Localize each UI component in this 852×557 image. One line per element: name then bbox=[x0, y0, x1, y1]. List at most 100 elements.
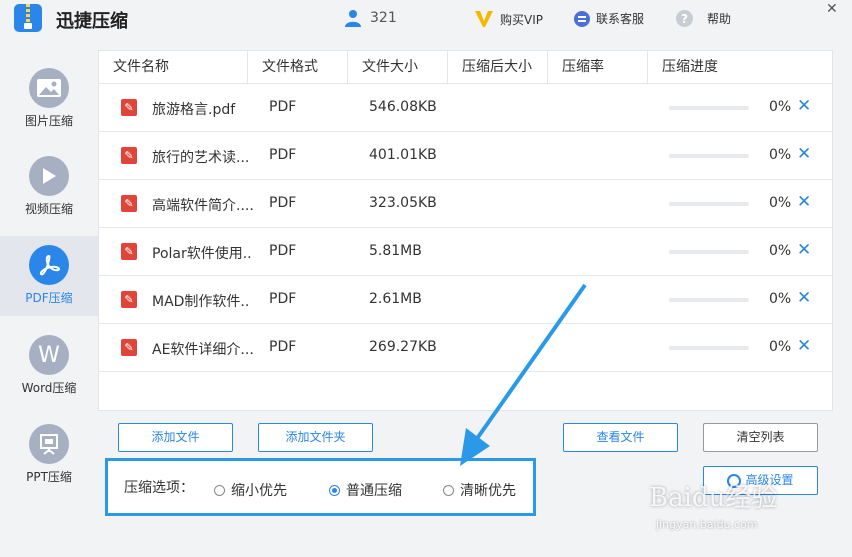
column-header: 压缩后大小 bbox=[448, 51, 548, 84]
table-row[interactable]: ✎ Polar软件使用.. PDF 5.81MB 0% ✕ bbox=[99, 228, 832, 276]
file-size: 2.61MB bbox=[369, 291, 422, 307]
compression-options: 压缩选项： 缩小优先 普通压缩 清晰优先 bbox=[105, 458, 536, 516]
word-icon: W bbox=[29, 335, 69, 375]
buy-vip-label: 购买VIP bbox=[500, 12, 543, 27]
radio-circle bbox=[443, 484, 454, 496]
table-row[interactable]: ✎ 高端软件简介.... PDF 323.05KB 0% ✕ bbox=[99, 180, 832, 228]
progress-percent: 0% bbox=[769, 147, 792, 163]
file-format: PDF bbox=[269, 339, 297, 355]
file-name: MAD制作软件.. bbox=[152, 294, 250, 310]
progress-percent: 0% bbox=[769, 99, 792, 115]
pdf-icon bbox=[29, 245, 69, 285]
remove-icon[interactable]: ✕ bbox=[797, 336, 811, 356]
progress-percent: 0% bbox=[769, 291, 792, 307]
table-row[interactable]: ✎ 旅游格言.pdf PDF 546.08KB 0% ✕ bbox=[99, 84, 832, 132]
table-row[interactable]: ✎ 旅行的艺术读... PDF 401.01KB 0% ✕ bbox=[99, 132, 832, 180]
add-file-button[interactable]: 添加文件 bbox=[118, 423, 233, 452]
radio-normal[interactable]: 普通压缩 bbox=[329, 480, 402, 500]
file-name: 旅游格言.pdf bbox=[152, 102, 236, 118]
ppt-icon bbox=[29, 424, 69, 464]
sidebar-label: PDF压缩 bbox=[25, 291, 73, 305]
remove-icon[interactable]: ✕ bbox=[797, 144, 811, 164]
progress-percent: 0% bbox=[769, 195, 792, 211]
column-header: 文件格式 bbox=[248, 51, 348, 84]
chat-icon bbox=[574, 10, 590, 27]
radio-shrink-priority[interactable]: 缩小优先 bbox=[214, 480, 287, 500]
file-list-panel: 文件名称 文件格式 文件大小 压缩后大小 压缩率 压缩进度 ✎ 旅游格言.pdf… bbox=[98, 50, 833, 411]
radio-label: 清晰优先 bbox=[460, 483, 516, 499]
pdf-file-icon: ✎ bbox=[121, 243, 137, 260]
remove-icon[interactable]: ✕ bbox=[797, 192, 811, 212]
file-format: PDF bbox=[269, 195, 297, 211]
radio-label: 缩小优先 bbox=[231, 483, 287, 499]
remove-icon[interactable]: ✕ bbox=[797, 240, 811, 260]
file-size: 269.27KB bbox=[369, 339, 437, 355]
add-folder-button[interactable]: 添加文件夹 bbox=[258, 423, 373, 452]
clear-list-button[interactable]: 清空列表 bbox=[703, 423, 818, 452]
table-header: 文件名称 文件格式 文件大小 压缩后大小 压缩率 压缩进度 bbox=[99, 51, 832, 84]
sidebar-item-word[interactable]: W Word压缩 bbox=[0, 335, 98, 415]
column-header: 压缩率 bbox=[548, 51, 648, 84]
remove-icon[interactable]: ✕ bbox=[797, 96, 811, 116]
close-icon[interactable]: ✕ bbox=[826, 1, 838, 17]
file-format: PDF bbox=[269, 147, 297, 163]
radio-circle bbox=[329, 484, 340, 496]
progress-percent: 0% bbox=[769, 339, 792, 355]
pdf-file-icon: ✎ bbox=[121, 339, 137, 356]
image-icon bbox=[29, 68, 69, 108]
user-icon bbox=[345, 10, 361, 27]
help-button[interactable]: ? 帮助 bbox=[676, 10, 731, 27]
watermark-url: jingyan.baidu.com bbox=[656, 518, 758, 531]
file-format: PDF bbox=[269, 99, 297, 115]
vip-icon bbox=[475, 11, 493, 27]
sidebar-label: Word压缩 bbox=[21, 381, 77, 395]
sidebar-label: PPT压缩 bbox=[26, 470, 72, 484]
sidebar-item-video[interactable]: 视频压缩 bbox=[0, 156, 98, 236]
progress-bar bbox=[669, 250, 749, 254]
title-bar: 迅捷压缩 321 购买VIP 联系客服 ? 帮助 ✕ bbox=[0, 0, 852, 38]
options-label: 压缩选项： bbox=[124, 480, 194, 496]
progress-bar bbox=[669, 154, 749, 158]
file-size: 546.08KB bbox=[369, 99, 437, 115]
question-icon: ? bbox=[676, 10, 693, 27]
contact-service-button[interactable]: 联系客服 bbox=[574, 10, 644, 27]
help-label: 帮助 bbox=[707, 12, 732, 26]
play-icon bbox=[29, 156, 69, 196]
contact-service-label: 联系客服 bbox=[596, 12, 645, 26]
user-count: 321 bbox=[370, 10, 397, 26]
file-name: Polar软件使用.. bbox=[152, 246, 252, 262]
sidebar-item-pdf[interactable]: PDF压缩 bbox=[0, 236, 98, 316]
file-name: 高端软件简介.... bbox=[152, 198, 254, 214]
baidu-watermark: Baidu经验 bbox=[649, 483, 778, 513]
sidebar-item-ppt[interactable]: PPT压缩 bbox=[0, 424, 98, 504]
pdf-file-icon: ✎ bbox=[121, 291, 137, 308]
pdf-file-icon: ✎ bbox=[121, 195, 137, 212]
column-header: 文件大小 bbox=[348, 51, 448, 84]
progress-bar bbox=[669, 202, 749, 206]
progress-bar bbox=[669, 346, 749, 350]
pdf-file-icon: ✎ bbox=[121, 147, 137, 164]
view-files-button[interactable]: 查看文件 bbox=[563, 423, 678, 452]
buy-vip-button[interactable]: 购买VIP bbox=[474, 10, 543, 28]
radio-label: 普通压缩 bbox=[346, 483, 402, 499]
sidebar-item-image[interactable]: 图片压缩 bbox=[0, 68, 98, 148]
file-size: 5.81MB bbox=[369, 243, 422, 259]
user-account[interactable]: 321 bbox=[344, 9, 397, 27]
progress-bar bbox=[669, 298, 749, 302]
table-row[interactable]: ✎ AE软件详细介... PDF 269.27KB 0% ✕ bbox=[99, 324, 832, 372]
column-header: 文件名称 bbox=[99, 51, 248, 84]
file-name: AE软件详细介... bbox=[152, 342, 254, 358]
radio-clarity-priority[interactable]: 清晰优先 bbox=[443, 480, 516, 500]
radio-circle bbox=[214, 484, 225, 496]
file-format: PDF bbox=[269, 243, 297, 259]
table-row[interactable]: ✎ MAD制作软件.. PDF 2.61MB 0% ✕ bbox=[99, 276, 832, 324]
progress-bar bbox=[669, 106, 749, 110]
column-header: 压缩进度 bbox=[662, 59, 718, 75]
file-size: 323.05KB bbox=[369, 195, 437, 211]
sidebar: 图片压缩 视频压缩 PDF压缩 W Word压缩 PPT压缩 bbox=[0, 50, 98, 557]
remove-icon[interactable]: ✕ bbox=[797, 288, 811, 308]
sidebar-label: 视频压缩 bbox=[24, 202, 73, 216]
pdf-file-icon: ✎ bbox=[121, 99, 137, 116]
app-title: 迅捷压缩 bbox=[56, 11, 128, 32]
progress-percent: 0% bbox=[769, 243, 792, 259]
